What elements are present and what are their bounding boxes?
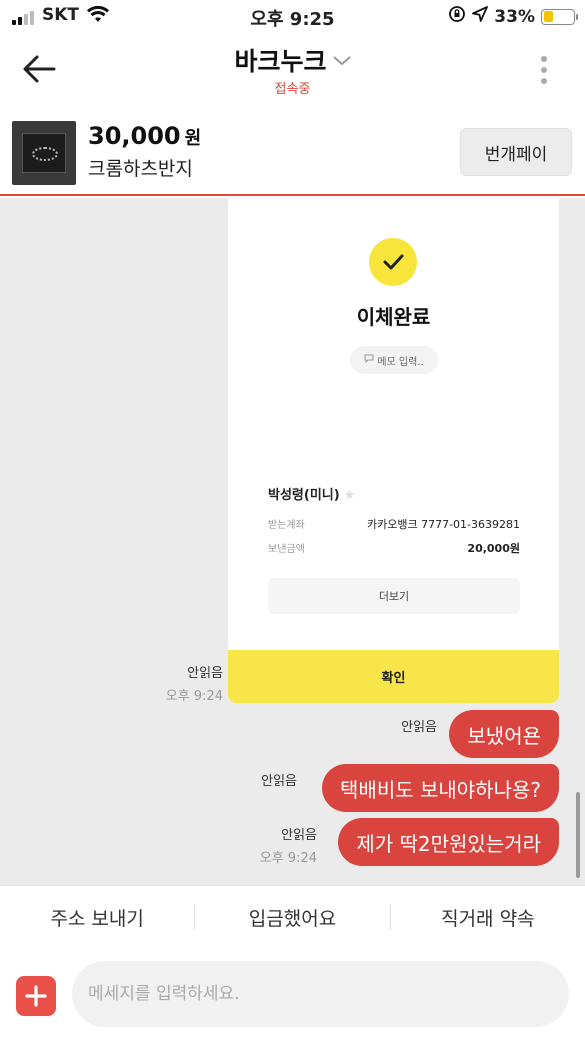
- unread-label: 안읽음: [261, 774, 297, 789]
- confirm-button: 확인: [228, 650, 559, 703]
- speech-bubble-icon: [364, 354, 374, 366]
- message-timestamp: 오후 9:24: [165, 689, 223, 704]
- amount-value: 20,000원: [467, 542, 520, 555]
- amount-row: 보낸금액 20,000원: [268, 542, 520, 555]
- check-icon: [369, 238, 417, 286]
- plus-icon[interactable]: [16, 976, 56, 1016]
- battery-percent: 33%: [494, 6, 535, 27]
- product-bar[interactable]: 30,000 원 크롬하츠반지 번개페이: [0, 112, 585, 196]
- chat-bubble[interactable]: 택배비도 보내야하나용?: [322, 764, 559, 812]
- unread-label: 안읽음: [401, 720, 437, 735]
- more-vertical-icon[interactable]: [541, 56, 549, 89]
- send-address-button[interactable]: 주소 보내기: [0, 904, 194, 931]
- memo-input-chip: 메모 입력..: [350, 346, 438, 374]
- chat-header: 바크누크 접속중: [0, 32, 585, 110]
- bunjang-pay-button[interactable]: 번개페이: [460, 128, 572, 176]
- chat-scrollbar[interactable]: [576, 792, 580, 878]
- unread-label: 안읽음: [187, 666, 223, 681]
- battery-icon: [541, 8, 578, 25]
- online-status: 접속중: [274, 82, 311, 97]
- more-details-button: 더보기: [268, 578, 520, 614]
- transfer-complete-title: 이체완료: [356, 305, 431, 329]
- paid-button[interactable]: 입금했어요: [195, 904, 389, 931]
- account-value: 카카오뱅크 7777-01-3639281: [366, 518, 520, 531]
- unread-label: 안읽음: [281, 828, 317, 843]
- message-timestamp: 오후 9:24: [259, 851, 317, 866]
- recipient-name: 박성령(미니) ★: [268, 488, 356, 503]
- meetup-button[interactable]: 직거래 약속: [391, 904, 585, 931]
- message-meta: 안읽음 오후 9:24: [166, 662, 223, 704]
- message-meta: 안읽음: [261, 770, 297, 789]
- orientation-lock-icon: [448, 5, 466, 28]
- product-name: 크롬하츠반지: [88, 158, 193, 180]
- chevron-down-icon[interactable]: [332, 51, 351, 70]
- message-input[interactable]: [72, 961, 569, 1027]
- quick-actions-bar: 주소 보내기 입금했어요 직거래 약속: [0, 886, 585, 948]
- message-meta: 안읽음: [401, 716, 437, 735]
- chat-area[interactable]: 이체완료 메모 입력.. 박성령(미니) ★ 받는계좌 카카오뱅크 7777-01…: [0, 198, 585, 886]
- message-input-bar: [0, 948, 585, 1040]
- location-icon: [472, 6, 489, 27]
- chat-title[interactable]: 바크누크: [234, 47, 326, 76]
- star-icon: ★: [343, 488, 356, 503]
- chat-bubble[interactable]: 제가 딱2만원있는거라: [338, 818, 559, 866]
- transfer-receipt-card: 이체완료 메모 입력.. 박성령(미니) ★ 받는계좌 카카오뱅크 7777-01…: [228, 198, 559, 703]
- message-meta: 안읽음 오후 9:24: [260, 824, 317, 866]
- product-thumbnail[interactable]: [12, 121, 76, 185]
- account-row: 받는계좌 카카오뱅크 7777-01-3639281: [268, 518, 520, 531]
- status-bar: SKT 오후 9:25 33%: [0, 0, 585, 32]
- product-price: 30,000 원: [88, 122, 202, 150]
- chat-bubble[interactable]: 보냈어욘: [449, 710, 559, 758]
